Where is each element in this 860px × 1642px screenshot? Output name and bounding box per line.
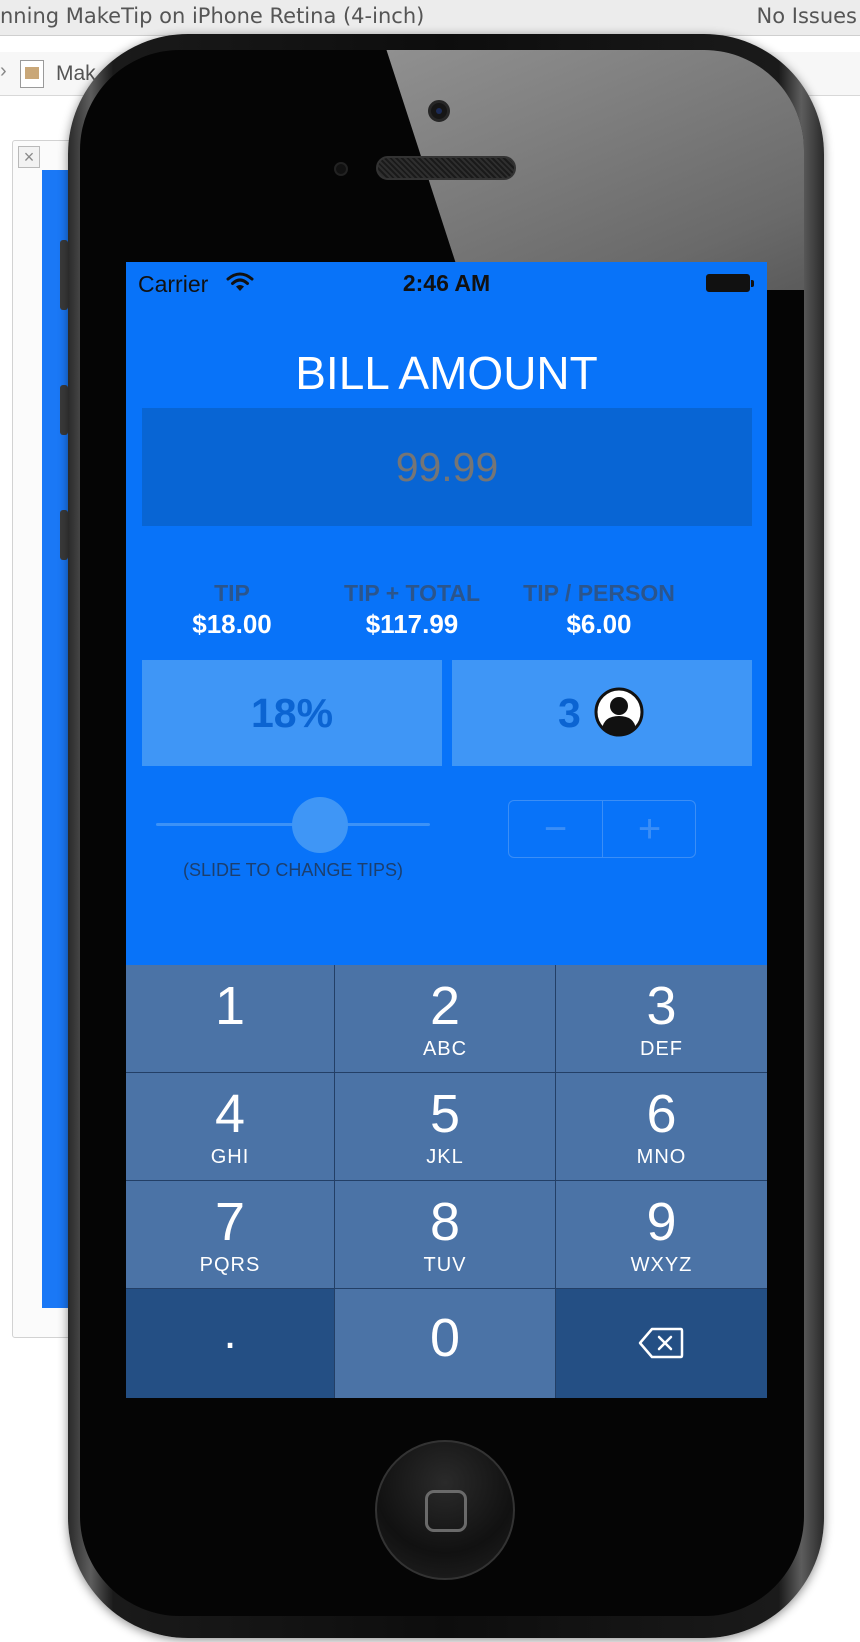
key-4[interactable]: 4 GHI [126,1073,334,1180]
proximity-sensor [334,162,348,176]
key-6[interactable]: 6 MNO [556,1073,767,1180]
key-digit: 9 [646,1192,677,1252]
home-button[interactable] [375,1440,515,1580]
key-9[interactable]: 9 WXYZ [556,1181,767,1288]
tip-slider-thumb[interactable] [292,797,349,853]
increment-button[interactable]: + [603,801,696,857]
key-digit: 6 [646,1084,677,1144]
key-decimal[interactable]: . [126,1289,334,1398]
home-square-icon [425,1490,467,1532]
key-digit: 7 [214,1192,246,1252]
front-camera [428,100,450,122]
number-keypad: 1 2 ABC 3 DEF 4 GHI 5 JKL 6 MNO 7 PQRS 8… [126,965,767,1398]
key-letters: ABC [422,1038,468,1060]
app-screen: Carrier 2:46 AM BILL AMOUNT TIP $18.00 T… [126,262,767,1398]
key-digit: 8 [429,1192,461,1252]
key-5[interactable]: 5 JKL [335,1073,555,1180]
key-8[interactable]: 8 TUV [335,1181,555,1288]
issues-status[interactable]: No Issues [757,4,857,28]
tip-total-value: $117.99 [365,609,459,639]
people-display: 3 [452,660,752,766]
key-letters: TUV [423,1254,467,1276]
key-digit: 4 [214,1084,246,1144]
tip-stat: TIP $18.00 [162,580,302,640]
key-delete[interactable] [556,1289,767,1398]
person-icon [594,687,644,737]
chevron-right-icon[interactable]: › [0,60,7,83]
volume-down-button [60,510,68,560]
backspace-icon [638,1327,684,1359]
key-letters: GHI [210,1146,250,1168]
key-letters: MNO [636,1146,687,1168]
key-digit: 5 [429,1084,461,1144]
tip-per-person-label: TIP / PERSON [523,580,675,606]
key-letters: PQRS [199,1254,261,1276]
key-0[interactable]: 0 [335,1289,555,1398]
tip-total-label: TIP + TOTAL [343,580,481,606]
decrement-button[interactable]: − [509,801,602,857]
bill-amount-input[interactable] [142,408,752,526]
xcode-toolbar: nning MakeTip on iPhone Retina (4-inch) … [0,0,860,36]
jump-bar-file-label[interactable]: Mak [56,62,96,86]
run-status-title: nning MakeTip on iPhone Retina (4-inch) [0,4,425,28]
bill-amount-title: BILL AMOUNT [295,347,598,399]
key-digit: 3 [646,976,677,1036]
key-letters: JKL [426,1146,464,1168]
tip-total-stat: TIP + TOTAL $117.99 [322,580,502,640]
status-bar: Carrier 2:46 AM [126,262,767,302]
file-icon[interactable] [20,60,44,88]
people-stepper: − + [508,800,696,858]
tip-value: $18.00 [192,609,272,639]
clock: 2:46 AM [402,270,491,296]
tip-percent-display: 18% [142,660,442,766]
mute-switch [60,240,68,310]
key-digit: 0 [429,1308,461,1368]
key-3[interactable]: 3 DEF [556,965,767,1072]
tip-label: TIP [214,580,250,606]
tip-per-person-value: $6.00 [566,609,632,639]
battery-icon [706,274,754,292]
key-7[interactable]: 7 PQRS [126,1181,334,1288]
volume-up-button [60,385,68,435]
key-dot-label: . [223,1306,237,1359]
earpiece-speaker [376,156,516,180]
slider-caption: (SLIDE TO CHANGE TIPS) [182,860,404,880]
key-letters: DEF [640,1038,683,1060]
key-letters: WXYZ [630,1254,693,1276]
people-count: 3 [558,690,581,736]
key-2[interactable]: 2 ABC [335,965,555,1072]
key-digit: 1 [214,976,246,1036]
key-1[interactable]: 1 [126,965,334,1072]
key-digit: 2 [429,976,461,1036]
close-icon[interactable]: × [18,146,40,168]
tip-per-person-stat: TIP / PERSON $6.00 [510,580,688,640]
